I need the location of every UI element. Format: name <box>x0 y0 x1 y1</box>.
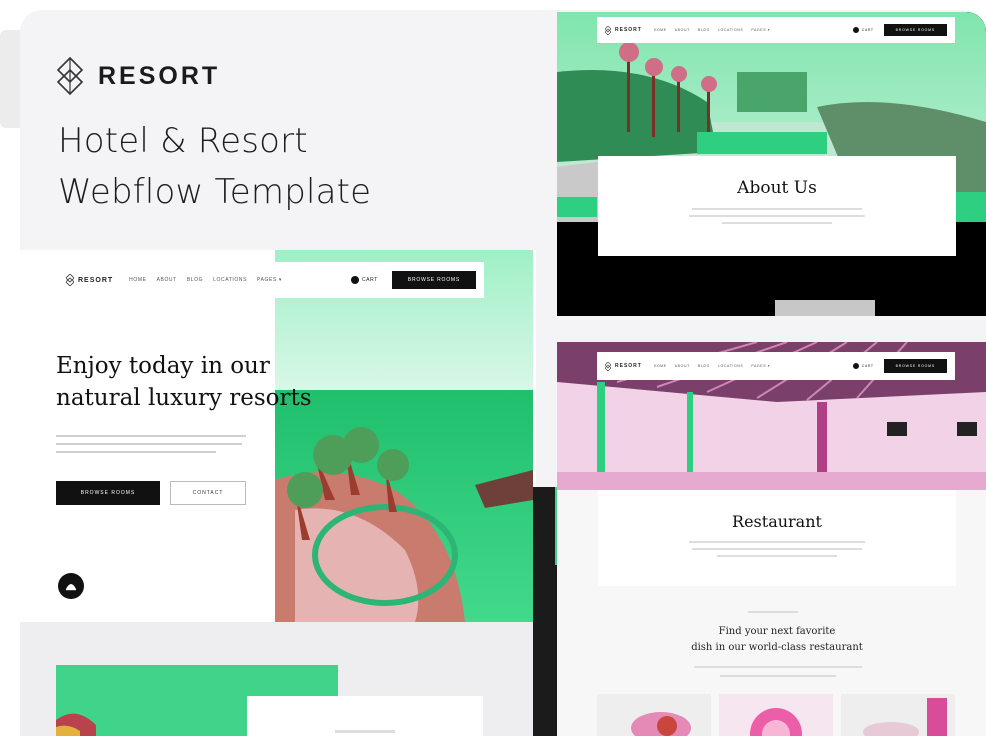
restaurant-nav-link-pages[interactable]: PAGES ▾ <box>751 364 770 368</box>
about-us-card: About Us <box>598 156 956 256</box>
about-nav-logo-icon <box>605 25 611 35</box>
about-us-title: About Us <box>737 178 817 198</box>
about-nav-logo[interactable]: RESORT <box>605 25 642 35</box>
restaurant-text-placeholder <box>689 541 865 543</box>
hero-body-text-placeholder <box>56 432 252 459</box>
hero-title-line-1: Enjoy today in our <box>56 353 270 379</box>
hero-nav-cart-label: CART <box>361 277 378 283</box>
about-text-placeholder <box>692 208 862 210</box>
chat-icon[interactable] <box>58 573 84 599</box>
about-nav-link-locations[interactable]: LOCATIONS <box>718 28 743 32</box>
about-nav-links: HOME ABOUT BLOG LOCATIONS PAGES ▾ <box>654 28 770 32</box>
cart-icon <box>852 363 859 369</box>
brand-name: RESORT <box>98 61 221 90</box>
restaurant-subtitle: Find your next favorite dish in our worl… <box>600 624 954 656</box>
brand-header: RESORT <box>56 56 220 96</box>
restaurant-subtitle-text-placeholder <box>694 666 862 668</box>
dish-tile-3[interactable] <box>841 694 955 736</box>
restaurant-nav-link-locations[interactable]: LOCATIONS <box>718 364 743 368</box>
about-text-placeholder <box>722 222 832 224</box>
restaurant-subtitle-text-placeholder <box>720 675 836 677</box>
hero-nav-link-pages[interactable]: PAGES ▾ <box>257 277 282 283</box>
hero-title: Enjoy today in our natural luxury resort… <box>56 350 312 414</box>
dark-divider <box>533 487 557 736</box>
hero-browse-rooms-button[interactable]: BROWSE ROOMS <box>56 481 160 505</box>
breadcrumb-placeholder <box>748 611 798 613</box>
hero-title-line-2: natural luxury resorts <box>56 385 312 411</box>
restaurant-title: Restaurant <box>732 512 822 531</box>
about-text-placeholder <box>689 215 865 217</box>
restaurant-nav-links: HOME ABOUT BLOG LOCATIONS PAGES ▾ <box>654 364 770 368</box>
restaurant-text-placeholder <box>692 548 862 550</box>
dish-tile-1[interactable] <box>597 694 711 736</box>
lower-card-text-placeholder <box>335 730 395 733</box>
resort-logo-icon <box>56 56 84 96</box>
hero-navbar: RESORT HOME ABOUT BLOG LOCATIONS PAGES ▾… <box>56 262 484 298</box>
cart-icon <box>852 27 859 33</box>
restaurant-nav-link-about[interactable]: ABOUT <box>675 364 690 368</box>
page-title: Hotel & Resort Webflow Template <box>58 116 371 218</box>
cart-icon <box>350 276 359 284</box>
hero-nav-browse-button[interactable]: BROWSE ROOMS <box>391 271 476 289</box>
about-nav-link-blog[interactable]: BLOG <box>698 28 710 32</box>
restaurant-nav-cart-label: CART <box>861 364 874 368</box>
hero-nav-cart[interactable]: CART <box>350 276 378 284</box>
hero-contact-button[interactable]: CONTACT <box>170 481 246 505</box>
about-nav-browse-button[interactable]: BROWSE ROOMS <box>883 24 947 36</box>
about-navbar: RESORT HOME ABOUT BLOG LOCATIONS PAGES ▾… <box>597 17 955 43</box>
restaurant-nav-browse-button[interactable]: BROWSE ROOMS <box>883 359 947 373</box>
about-nav-cart[interactable]: CART <box>852 27 874 33</box>
hero-nav-logo-icon <box>66 274 74 286</box>
about-nav-logo-text: RESORT <box>615 27 642 33</box>
hero-nav-link-blog[interactable]: BLOG <box>187 277 203 283</box>
hero-nav-logo[interactable]: RESORT <box>66 274 113 286</box>
restaurant-nav-link-home[interactable]: HOME <box>654 364 667 368</box>
restaurant-text-placeholder <box>717 555 837 557</box>
hero-nav-logo-text: RESORT <box>78 276 114 284</box>
headline-line-1: Hotel & Resort <box>58 121 308 161</box>
restaurant-nav-cart[interactable]: CART <box>852 363 874 369</box>
about-nav-link-pages[interactable]: PAGES ▾ <box>751 28 770 32</box>
about-nav-cart-label: CART <box>861 28 874 32</box>
restaurant-nav-link-blog[interactable]: BLOG <box>698 364 710 368</box>
headline-line-2: Webflow Template <box>58 172 372 212</box>
hero-nav-link-locations[interactable]: LOCATIONS <box>213 277 247 283</box>
hero-resort-image <box>275 250 533 622</box>
restaurant-subtitle-line-1: Find your next favorite <box>718 626 836 637</box>
restaurant-navbar: RESORT HOME ABOUT BLOG LOCATIONS PAGES ▾… <box>597 352 955 380</box>
hero-nav-link-about[interactable]: ABOUT <box>157 277 177 283</box>
restaurant-nav-logo[interactable]: RESORT <box>605 361 642 371</box>
hero-nav-links: HOME ABOUT BLOG LOCATIONS PAGES ▾ <box>129 277 282 283</box>
restaurant-nav-logo-icon <box>605 361 611 371</box>
dish-tile-2[interactable] <box>719 694 833 736</box>
restaurant-nav-logo-text: RESORT <box>615 363 642 369</box>
restaurant-subtitle-line-2: dish in our world-class restaurant <box>691 642 863 653</box>
about-nav-link-about[interactable]: ABOUT <box>675 28 690 32</box>
restaurant-card: Restaurant <box>598 490 956 586</box>
hero-nav-link-home[interactable]: HOME <box>129 277 146 283</box>
about-nav-link-home[interactable]: HOME <box>654 28 667 32</box>
